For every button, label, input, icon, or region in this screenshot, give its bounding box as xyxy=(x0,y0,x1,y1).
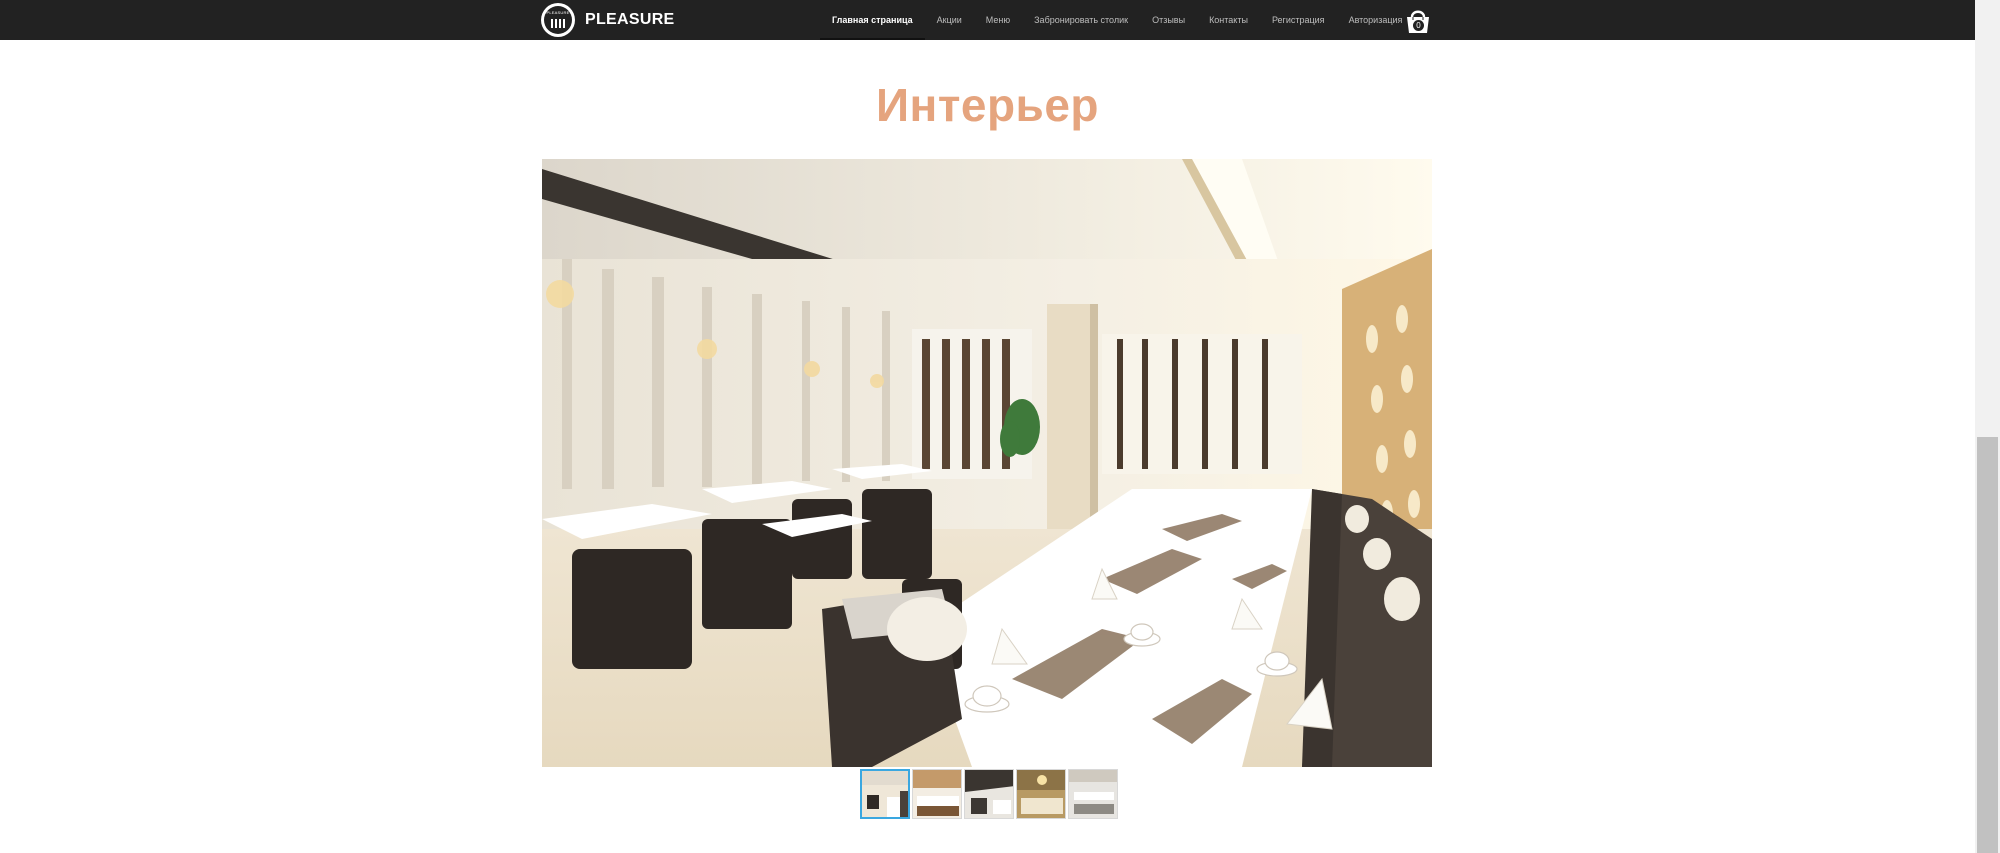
brand-logo[interactable]: PLEASURE PLEASURE xyxy=(541,2,675,38)
nav-item-home[interactable]: Главная страница xyxy=(820,0,925,40)
page-scrollbar[interactable] xyxy=(1975,0,2000,853)
nav-item-contacts[interactable]: Контакты xyxy=(1197,0,1260,40)
scrollbar-thumb[interactable] xyxy=(1977,437,1998,853)
gallery-thumbnail-5[interactable] xyxy=(1068,769,1118,819)
nav-item-promotions[interactable]: Акции xyxy=(925,0,974,40)
cart-button[interactable]: 0 xyxy=(1404,5,1432,35)
gallery-thumbnail-3[interactable] xyxy=(964,769,1014,819)
gallery-thumbnail-4[interactable] xyxy=(1016,769,1066,819)
nav-item-book-table[interactable]: Забронировать столик xyxy=(1022,0,1140,40)
main-nav: Главная страница Акции Меню Забронироват… xyxy=(820,0,1414,40)
nav-item-register[interactable]: Регистрация xyxy=(1260,0,1337,40)
gallery-thumbnail-2[interactable] xyxy=(912,769,962,819)
gallery-thumbnails xyxy=(860,769,1118,819)
nav-item-reviews[interactable]: Отзывы xyxy=(1140,0,1197,40)
gallery-main-image xyxy=(542,159,1432,767)
gallery-thumbnail-1[interactable] xyxy=(860,769,910,819)
nav-item-login[interactable]: Авторизация xyxy=(1337,0,1415,40)
logo-badge-text: PLEASURE xyxy=(546,10,570,15)
logo-badge-icon: PLEASURE xyxy=(541,3,575,37)
nav-item-menu[interactable]: Меню xyxy=(974,0,1022,40)
cart-count-badge: 0 xyxy=(1413,20,1424,31)
section-title: Интерьер xyxy=(875,79,1100,131)
brand-name: PLEASURE xyxy=(585,11,675,28)
top-navigation-bar: PLEASURE PLEASURE Главная страница Акции… xyxy=(0,0,1975,40)
